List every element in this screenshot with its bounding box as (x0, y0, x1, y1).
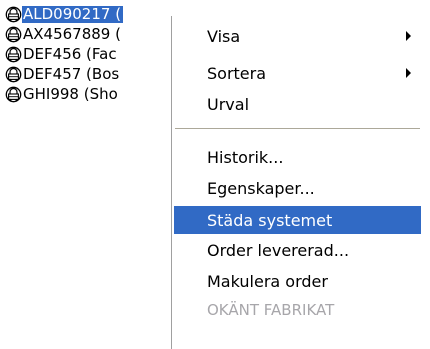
menu-item-okant-fabrikat: OKÄNT FABRIKAT (174, 296, 421, 324)
submenu-arrow-icon (406, 31, 411, 41)
list-item-label: GHI998 (Sho (23, 84, 118, 103)
menu-item-label: OKÄNT FABRIKAT (207, 301, 335, 319)
list-item-label: DEF457 (Bos (23, 64, 120, 83)
menu-item-label: Visa (207, 26, 241, 46)
context-menu: Visa Sortera Urval Historik... Egenskape… (171, 16, 423, 349)
menu-item-label: Historik... (207, 147, 284, 167)
list-item[interactable]: GHI998 (Sho (5, 85, 120, 103)
menu-item-visa[interactable]: Visa (174, 22, 421, 50)
padlock-car-icon (5, 46, 22, 62)
padlock-car-icon (5, 86, 22, 102)
order-list: ALD090217 ( AX4567889 ( DEF456 (Fac DEF4… (0, 0, 178, 349)
list-item-label: ALD090217 ( (22, 4, 124, 23)
menu-item-label: Egenskaper... (207, 178, 315, 198)
list-item[interactable]: AX4567889 ( (5, 25, 123, 43)
list-item[interactable]: DEF457 (Bos (5, 65, 121, 83)
list-item-label: AX4567889 ( (23, 24, 121, 43)
menu-separator (175, 128, 420, 130)
menu-item-order-levererad[interactable]: Order levererad... (174, 236, 421, 264)
menu-item-stada-systemet[interactable]: Städa systemet (174, 206, 421, 234)
padlock-car-icon (5, 26, 22, 42)
menu-item-historik[interactable]: Historik... (174, 143, 421, 171)
menu-item-sortera[interactable]: Sortera (174, 59, 421, 87)
padlock-car-icon (5, 66, 22, 82)
list-item[interactable]: ALD090217 ( (5, 4, 124, 23)
menu-item-label: Makulera order (207, 271, 328, 291)
submenu-arrow-icon (406, 68, 411, 78)
menu-item-urval[interactable]: Urval (174, 90, 421, 118)
menu-item-label: Urval (207, 94, 250, 114)
list-item-label: DEF456 (Fac (23, 44, 117, 63)
menu-item-label: Sortera (207, 63, 267, 83)
list-item[interactable]: DEF456 (Fac (5, 45, 119, 63)
menu-item-makulera-order[interactable]: Makulera order (174, 267, 421, 295)
menu-item-egenskaper[interactable]: Egenskaper... (174, 174, 421, 202)
padlock-car-icon (5, 6, 22, 22)
menu-item-label: Städa systemet (207, 210, 333, 230)
menu-item-label: Order levererad... (207, 240, 350, 260)
